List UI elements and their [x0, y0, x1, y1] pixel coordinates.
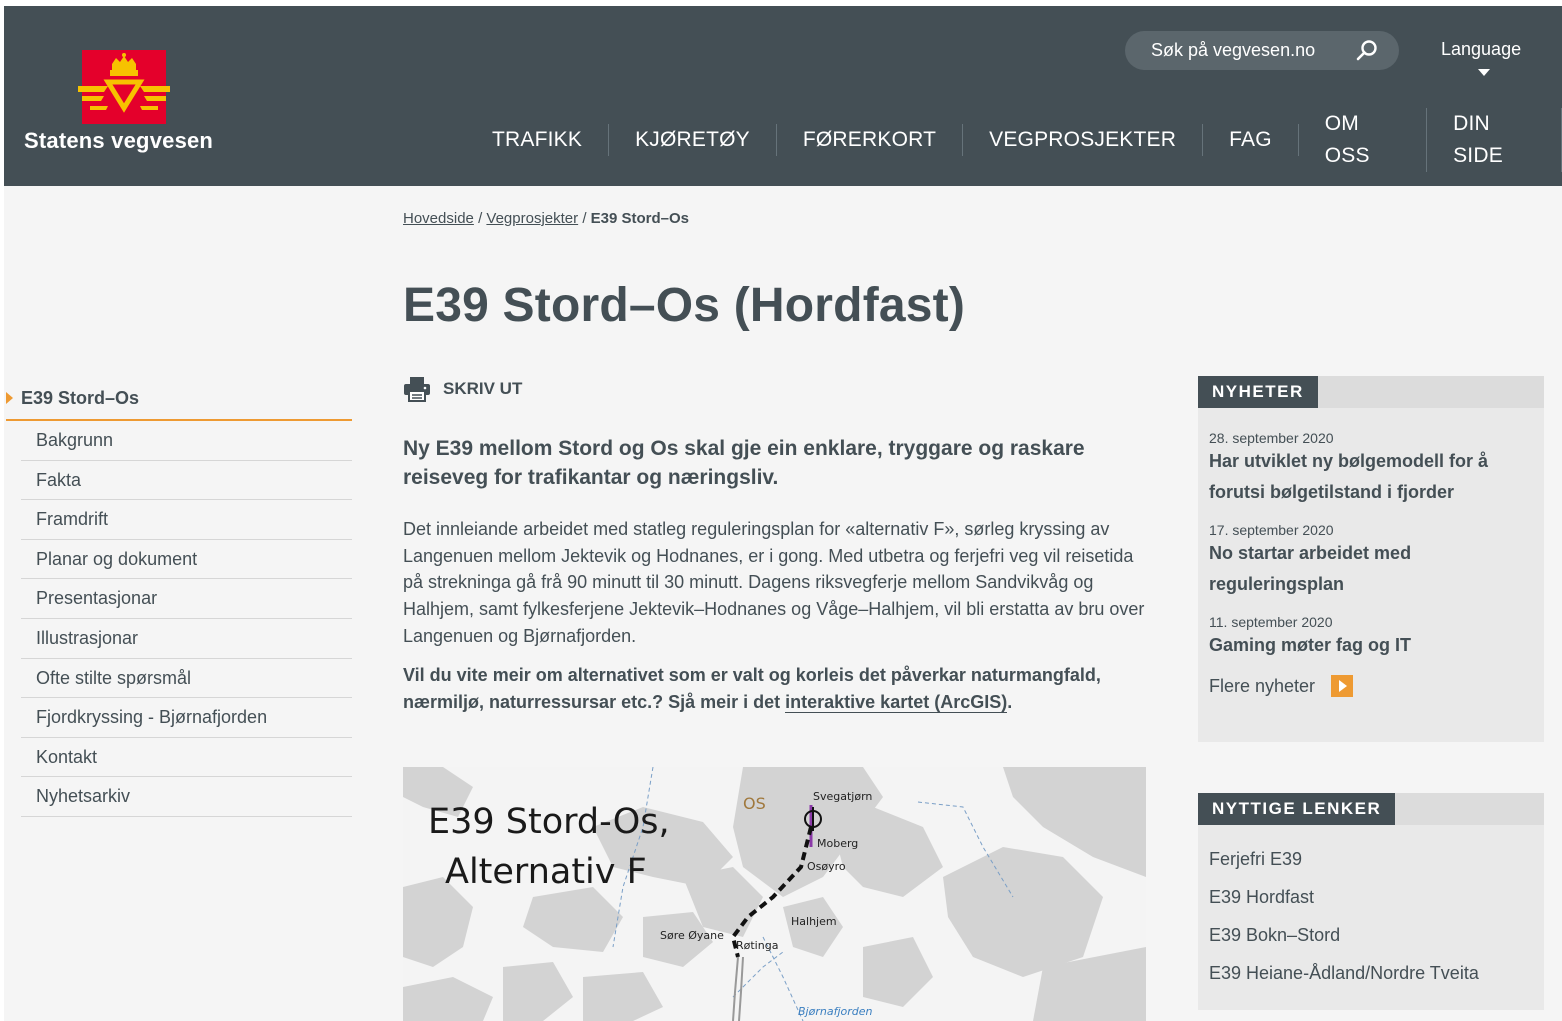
arcgis-map-link[interactable]: interaktive kartet (ArcGIS)	[785, 691, 1008, 713]
sidebar-item-illustrasjonar[interactable]: Illustrasjonar	[21, 619, 352, 659]
more-news-link[interactable]: Flere nyheter	[1198, 661, 1544, 697]
sidebar-item-bakgrunn[interactable]: Bakgrunn	[21, 421, 352, 461]
news-heading: NYHETER	[1198, 376, 1318, 408]
map-info-end: .	[1007, 691, 1013, 712]
map-label-sore-oyane: Søre Øyane	[660, 929, 724, 942]
sidebar-item-faq[interactable]: Ofte stilte spørsmål	[21, 659, 352, 699]
sidebar-item-fakta[interactable]: Fakta	[21, 461, 352, 501]
map-label-svegatjorn: Svegatjørn	[813, 790, 872, 803]
arrow-right-icon	[1331, 675, 1354, 697]
more-news-label: Flere nyheter	[1209, 675, 1316, 696]
links-panel-header: NYTTIGE LENKER	[1198, 793, 1544, 825]
page-title: E39 Stord–Os (Hordfast)	[403, 279, 966, 332]
news-title-link[interactable]: Har utviklet ny bølgemodell for å foruts…	[1209, 446, 1533, 508]
chevron-down-icon[interactable]	[1478, 69, 1490, 76]
breadcrumb: Hovedside / Vegprosjekter / E39 Stord–Os	[403, 210, 689, 227]
body-paragraph: Det innleiande arbeidet med statleg regu…	[403, 519, 1145, 646]
print-button[interactable]: SKRIV UT	[403, 376, 522, 402]
sidebar-item-kontakt[interactable]: Kontakt	[21, 738, 352, 778]
lead-paragraph: Ny E39 mellom Stord og Os skal gje ein e…	[403, 437, 1085, 489]
news-item[interactable]: 28. september 2020 Har utviklet ny bølge…	[1198, 430, 1544, 508]
sidebar-item-framdrift[interactable]: Framdrift	[21, 500, 352, 540]
news-title-link[interactable]: No startar arbeidet med reguleringsplan	[1209, 538, 1533, 600]
breadcrumb-current: E39 Stord–Os	[590, 210, 690, 227]
news-date: 28. september 2020	[1209, 430, 1334, 446]
map-label-os: OS	[743, 794, 766, 813]
link-e39-bokn-stord[interactable]: E39 Bokn–Stord	[1198, 916, 1544, 954]
news-title-link[interactable]: Gaming møter fag og IT	[1209, 630, 1533, 661]
breadcrumb-separator: /	[582, 210, 587, 227]
sidebar-list: Bakgrunn Fakta Framdrift Planar og dokum…	[21, 421, 352, 817]
nav-item-kjoretoy[interactable]: KJØRETØY	[609, 124, 777, 156]
sidebar-heading-label: E39 Stord–Os	[21, 388, 140, 408]
map-label-osoyro: Osøyro	[807, 860, 846, 873]
links-list: Ferjefri E39 E39 Hordfast E39 Bokn–Stord…	[1198, 840, 1544, 992]
map-title-line2: Alternativ F	[445, 852, 647, 892]
print-label: SKRIV UT	[443, 379, 523, 398]
news-date: 11. september 2020	[1209, 614, 1333, 630]
map-title: E39 Stord-Os, Alternativ F	[428, 797, 670, 897]
printer-icon	[404, 377, 430, 402]
news-panel-header: NYHETER	[1198, 376, 1544, 408]
map-label-bjornafjorden: Bjørnafjorden	[798, 1005, 872, 1018]
links-heading: NYTTIGE LENKER	[1198, 793, 1396, 825]
news-panel: NYHETER 28. september 2020 Har utviklet …	[1198, 376, 1544, 742]
breadcrumb-home-link[interactable]: Hovedside	[403, 210, 474, 227]
nav-item-om-oss[interactable]: OM OSS	[1299, 108, 1428, 172]
map-label-halhjem: Halhjem	[791, 915, 837, 928]
statens-vegvesen-logo[interactable]	[78, 50, 170, 124]
link-e39-hordfast[interactable]: E39 Hordfast	[1198, 878, 1544, 916]
breadcrumb-section-link[interactable]: Vegprosjekter	[486, 210, 578, 227]
news-date: 17. september 2020	[1209, 522, 1334, 538]
caret-right-icon	[6, 392, 13, 404]
site-header: Statens vegvesen Søk på vegvesen.no Lang…	[4, 6, 1562, 186]
search-icon[interactable]	[1355, 39, 1379, 63]
sidebar-navigation: E39 Stord–Os Bakgrunn Fakta Framdrift Pl…	[6, 378, 352, 817]
map-label-rotinga: Røtinga	[736, 939, 778, 952]
map-title-line1: E39 Stord-Os,	[428, 802, 670, 842]
search-input[interactable]: Søk på vegvesen.no	[1125, 31, 1399, 70]
news-item[interactable]: 17. september 2020 No startar arbeidet m…	[1198, 522, 1544, 600]
search-placeholder: Søk på vegvesen.no	[1151, 40, 1316, 60]
sidebar-heading[interactable]: E39 Stord–Os	[6, 378, 352, 421]
nav-item-forerkort[interactable]: FØRERKORT	[777, 124, 964, 156]
link-ferjefri-e39[interactable]: Ferjefri E39	[1198, 840, 1544, 878]
page: Statens vegvesen Søk på vegvesen.no Lang…	[0, 0, 1562, 1021]
main-navigation: TRAFIKK KJØRETØY FØRERKORT VEGPROSJEKTER…	[472, 108, 1562, 172]
route-map-image[interactable]: OS Svegatjørn Moberg Osøyro Halhjem Søre…	[403, 767, 1146, 1021]
nav-item-trafikk[interactable]: TRAFIKK	[472, 124, 610, 156]
sidebar-item-fjordkryssing[interactable]: Fjordkryssing - Bjørnafjorden	[21, 698, 352, 738]
language-selector[interactable]: Language	[1441, 39, 1521, 60]
sidebar-item-nyhetsarkiv[interactable]: Nyhetsarkiv	[21, 777, 352, 817]
nav-item-fag[interactable]: FAG	[1203, 124, 1299, 156]
map-label-moberg: Moberg	[817, 837, 858, 850]
map-info-paragraph: Vil du vite meir om alternativet som er …	[403, 662, 1148, 715]
brand-name[interactable]: Statens vegvesen	[24, 128, 213, 154]
sidebar-item-presentasjonar[interactable]: Presentasjonar	[21, 579, 352, 619]
news-item[interactable]: 11. september 2020 Gaming møter fag og I…	[1198, 614, 1544, 661]
link-e39-heiane-adland[interactable]: E39 Heiane-Ådland/Nordre Tveita	[1198, 954, 1544, 992]
breadcrumb-separator: /	[478, 210, 483, 227]
nav-item-vegprosjekter[interactable]: VEGPROSJEKTER	[963, 124, 1204, 156]
nav-item-din-side[interactable]: DIN SIDE	[1427, 108, 1562, 172]
useful-links-panel: NYTTIGE LENKER Ferjefri E39 E39 Hordfast…	[1198, 793, 1544, 1010]
sidebar-item-planar[interactable]: Planar og dokument	[21, 540, 352, 580]
